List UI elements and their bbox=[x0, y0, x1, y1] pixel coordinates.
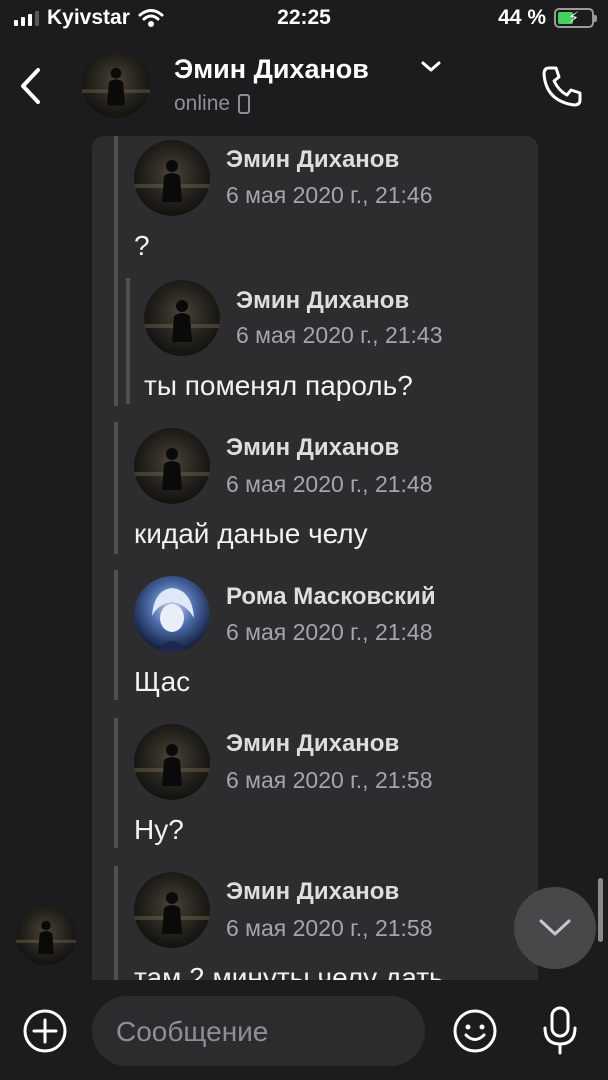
message-text: Щас bbox=[134, 666, 191, 697]
battery-icon: ⚡ bbox=[554, 8, 597, 28]
author-avatar bbox=[134, 872, 210, 948]
battery-percent: 44 % bbox=[498, 6, 546, 29]
add-icon[interactable] bbox=[22, 1008, 68, 1054]
message-text: там 2 минуты челу дать bbox=[134, 962, 444, 980]
status-text: online bbox=[174, 92, 231, 115]
author-avatar bbox=[134, 724, 210, 800]
chat-header: Эмин Диханов online bbox=[0, 40, 608, 130]
contact-status: online bbox=[174, 92, 251, 116]
message-author: Рома Масковский bbox=[226, 583, 436, 610]
message-date: 6 мая 2020 г., 21:43 bbox=[236, 322, 443, 348]
message-author: Эмин Диханов bbox=[226, 878, 400, 905]
contact-avatar[interactable] bbox=[82, 50, 150, 118]
message-date: 6 мая 2020 г., 21:46 bbox=[226, 182, 433, 208]
chevron-down-icon[interactable] bbox=[420, 60, 442, 74]
message-input[interactable]: Сообщение bbox=[92, 996, 425, 1066]
scrollbar[interactable] bbox=[598, 878, 603, 942]
author-avatar bbox=[134, 140, 210, 216]
mobile-device-icon bbox=[238, 94, 251, 114]
message-text: Ну? bbox=[134, 814, 184, 845]
message-date: 6 мая 2020 г., 21:48 bbox=[226, 471, 433, 497]
message-date: 6 мая 2020 г., 21:58 bbox=[226, 767, 433, 793]
message-date: 6 мая 2020 г., 21:48 bbox=[226, 619, 433, 645]
message-text: ты поменял пароль? bbox=[144, 370, 413, 401]
contact-name[interactable]: Эмин Диханов bbox=[174, 54, 369, 85]
author-avatar bbox=[134, 576, 210, 652]
author-avatar bbox=[144, 280, 220, 356]
status-bar: Kyivstar 22:25 44 % ⚡ bbox=[0, 0, 608, 40]
message-author: Эмин Диханов bbox=[236, 287, 410, 314]
sender-avatar[interactable] bbox=[16, 905, 76, 965]
message-date: 6 мая 2020 г., 21:58 bbox=[226, 915, 433, 941]
chevron-down-icon bbox=[539, 919, 571, 936]
back-arrow-icon[interactable] bbox=[18, 66, 42, 106]
emoji-icon[interactable] bbox=[452, 1008, 498, 1054]
status-right: 44 % ⚡ bbox=[498, 6, 597, 30]
scroll-to-bottom-button[interactable] bbox=[514, 887, 596, 969]
author-avatar bbox=[134, 428, 210, 504]
microphone-icon[interactable] bbox=[540, 1004, 580, 1056]
message-composer: Сообщение bbox=[0, 980, 608, 1080]
message-author: Эмин Диханов bbox=[226, 434, 400, 461]
message-input-placeholder: Сообщение bbox=[116, 1016, 269, 1047]
message-text: ? bbox=[134, 230, 150, 261]
message-text: кидай даные челу bbox=[134, 518, 368, 549]
message-author: Эмин Диханов bbox=[226, 146, 400, 173]
message-author: Эмин Диханов bbox=[226, 730, 400, 757]
phone-call-icon[interactable] bbox=[540, 64, 584, 108]
chat-area[interactable]: Эмин Диханов 6 мая 2020 г., 21:46 ? Эмин… bbox=[0, 130, 608, 980]
